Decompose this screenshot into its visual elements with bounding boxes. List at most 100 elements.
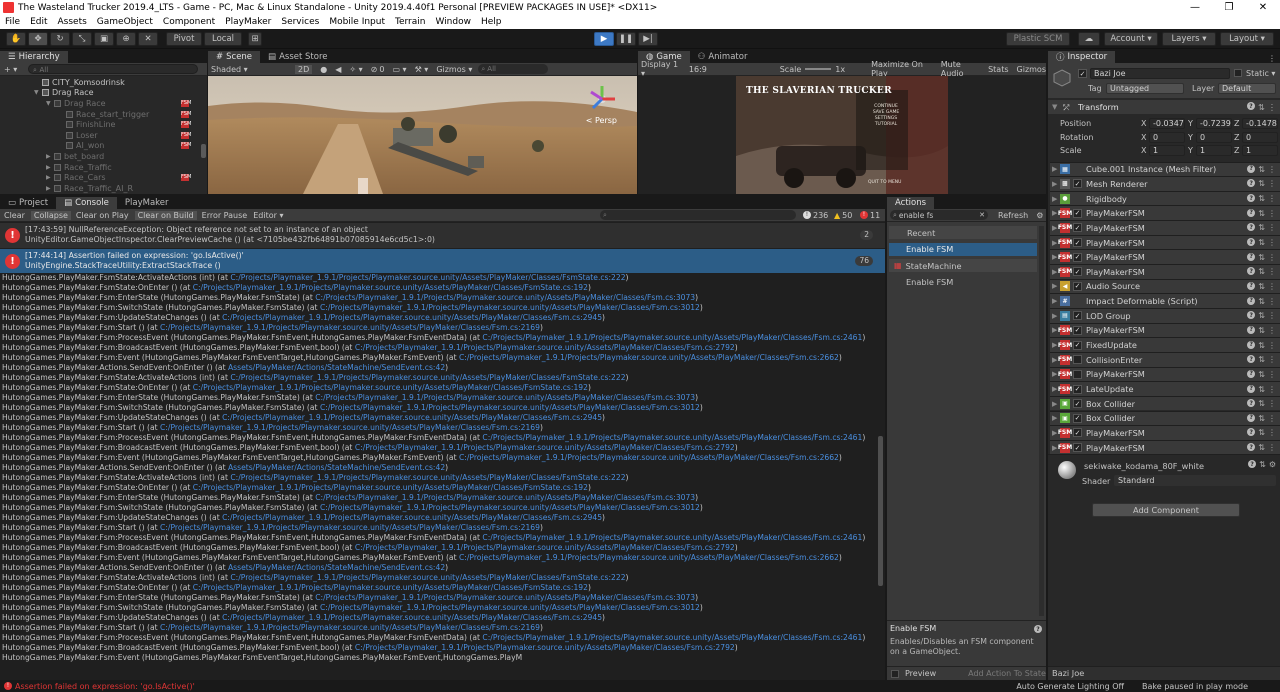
- component-menu-icon[interactable]: ⋮: [1268, 443, 1276, 452]
- help-icon[interactable]: ?: [1247, 179, 1256, 188]
- trace-source-link[interactable]: C:/Projects/Playmaker_1.9.1/Projects/Pla…: [160, 623, 540, 632]
- preset-icon[interactable]: ⇅: [1258, 370, 1265, 379]
- trace-source-link[interactable]: C:/Projects/Playmaker_1.9.1/Projects/Pla…: [222, 413, 602, 422]
- trace-source-link[interactable]: C:/Projects/Playmaker_1.9.1/Projects/Pla…: [315, 293, 695, 302]
- component-header[interactable]: ▶ FSM ✓ PlayMakerFSM? ⇅ ⋮: [1050, 425, 1280, 440]
- expand-arrow-icon[interactable]: ▶: [46, 174, 54, 181]
- gizmos-dropdown[interactable]: Gizmos ▾: [436, 65, 472, 74]
- component-header[interactable]: ▶ ▩ ✓ Mesh Renderer? ⇅ ⋮: [1050, 176, 1280, 191]
- add-action-to-state-button[interactable]: Add Action To State: [968, 669, 1046, 678]
- trace-source-link[interactable]: C:/Projects/Playmaker_1.9.1/Projects/Pla…: [320, 603, 700, 612]
- error-pause-toggle[interactable]: Error Pause: [202, 211, 248, 220]
- component-header[interactable]: ▶ FSM ✓ LateUpdate? ⇅ ⋮: [1050, 381, 1280, 396]
- clear-on-play-toggle[interactable]: Clear on Play: [76, 211, 129, 220]
- position-y-field[interactable]: -0.7239: [1196, 118, 1232, 129]
- component-menu-icon[interactable]: ⋮: [1268, 414, 1276, 423]
- component-header[interactable]: ▶ FSM ✓ PlayMakerFSM? ⇅ ⋮: [1050, 439, 1280, 455]
- component-header[interactable]: ▶ ▣ ✓ Box Collider? ⇅ ⋮: [1050, 395, 1280, 411]
- component-header[interactable]: ▶ FSM ✓ PlayMakerFSM? ⇅ ⋮: [1050, 234, 1280, 250]
- refresh-button[interactable]: Refresh: [998, 211, 1028, 220]
- component-menu-icon[interactable]: ⋮: [1268, 428, 1276, 437]
- position-z-field[interactable]: -0.14780: [1242, 118, 1278, 129]
- action-category[interactable]: Recent: [889, 226, 1037, 239]
- preset-icon[interactable]: ⇅: [1258, 443, 1265, 452]
- help-icon[interactable]: ?: [1247, 238, 1256, 247]
- component-enabled-checkbox[interactable]: ✓: [1073, 238, 1082, 248]
- component-menu-icon[interactable]: ⋮: [1268, 267, 1276, 276]
- preview-checkbox[interactable]: [891, 669, 899, 678]
- hierarchy-item[interactable]: FinishLine FSM: [0, 119, 197, 130]
- trace-source-link[interactable]: C:/Projects/Playmaker_1.9.1/Projects/Pla…: [320, 303, 700, 312]
- preset-icon[interactable]: ⇅: [1258, 311, 1265, 320]
- trace-source-link[interactable]: C:/Projects/Playmaker_1.9.1/Projects/Pla…: [193, 483, 588, 492]
- component-header[interactable]: ▶ FSM ✓ PlayMakerFSM? ⇅ ⋮: [1050, 220, 1280, 235]
- active-checkbox[interactable]: ✓: [1078, 69, 1087, 78]
- trace-source-link[interactable]: Assets/PlayMaker/Actions/StateMachine/Se…: [228, 463, 445, 472]
- component-enabled-checkbox[interactable]: ✓: [1073, 399, 1082, 409]
- tab-hierarchy[interactable]: ☰ Hierarchy: [0, 51, 68, 63]
- gameobject-icon[interactable]: [1052, 68, 1072, 88]
- hierarchy-search-input[interactable]: ⌕ All: [28, 64, 198, 74]
- preset-icon[interactable]: ⇅: [1258, 102, 1265, 112]
- stack-trace-scrollbar[interactable]: [878, 436, 883, 586]
- tab-scene[interactable]: # Scene: [208, 51, 261, 63]
- add-component-button[interactable]: Add Component: [1092, 503, 1240, 517]
- scale-tool-button[interactable]: ⤡: [72, 32, 92, 46]
- help-icon[interactable]: ?: [1247, 413, 1256, 422]
- trace-source-link[interactable]: C:/Projects/Playmaker_1.9.1/Projects/Pla…: [160, 423, 540, 432]
- actions-scrollbar[interactable]: [1039, 226, 1044, 616]
- expand-arrow-icon[interactable]: ▶: [1052, 165, 1060, 173]
- hierarchy-item[interactable]: CITY_Komsodrinsk: [0, 77, 197, 88]
- lighting-toggle-icon[interactable]: ●: [320, 65, 327, 74]
- component-menu-icon[interactable]: ⋮: [1268, 238, 1276, 247]
- trace-source-link[interactable]: C:/Projects/Playmaker_1.9.1/Projects/Pla…: [459, 553, 839, 562]
- trace-source-link[interactable]: C:/Projects/Playmaker_1.9.1/Projects/Pla…: [230, 573, 625, 582]
- menu-window[interactable]: Window: [430, 17, 476, 27]
- grid-snap-button[interactable]: ⊞: [248, 32, 262, 46]
- help-icon[interactable]: ?: [1247, 399, 1256, 408]
- trace-source-link[interactable]: C:/Projects/Playmaker_1.9.1/Projects/Pla…: [355, 343, 735, 352]
- maximize-button[interactable]: ❐: [1212, 2, 1246, 13]
- console-message-row-selected[interactable]: ! [17:44:14] Assertion failed on express…: [0, 249, 885, 273]
- tab-actions[interactable]: Actions: [887, 197, 935, 209]
- menu-edit[interactable]: Edit: [25, 17, 52, 27]
- trace-source-link[interactable]: C:/Projects/Playmaker_1.9.1/Projects/Pla…: [222, 313, 602, 322]
- help-icon[interactable]: ?: [1247, 194, 1256, 203]
- trace-source-link[interactable]: C:/Projects/Playmaker_1.9.1/Projects/Pla…: [230, 273, 625, 282]
- scene-viewport[interactable]: < Persp: [208, 76, 637, 194]
- log-count-toggle[interactable]: ! 236: [803, 211, 828, 220]
- preset-icon[interactable]: ⇅: [1258, 326, 1265, 335]
- preset-icon[interactable]: ⇅: [1258, 297, 1265, 306]
- help-icon[interactable]: ?: [1247, 340, 1256, 349]
- component-menu-icon[interactable]: ⋮: [1268, 253, 1276, 262]
- trace-source-link[interactable]: C:/Projects/Playmaker_1.9.1/Projects/Pla…: [459, 353, 839, 362]
- static-dropdown[interactable]: Static ▾: [1246, 69, 1275, 78]
- clear-button[interactable]: Clear: [4, 211, 25, 220]
- trace-source-link[interactable]: C:/Projects/Playmaker_1.9.1/Projects/Pla…: [315, 393, 695, 402]
- trace-source-link[interactable]: C:/Projects/Playmaker_1.9.1/Projects/Pla…: [355, 643, 735, 652]
- help-icon[interactable]: ?: [1247, 311, 1256, 320]
- preset-icon[interactable]: ⇅: [1258, 209, 1265, 218]
- trace-source-link[interactable]: C:/Projects/Playmaker_1.9.1/Projects/Pla…: [222, 613, 602, 622]
- stack-trace-view[interactable]: HutongGames.PlayMaker.FsmState:ActivateA…: [0, 273, 885, 680]
- material-sphere-icon[interactable]: [1058, 461, 1076, 479]
- component-enabled-checkbox[interactable]: [1073, 369, 1082, 379]
- expand-arrow-icon[interactable]: ▶: [1052, 400, 1060, 408]
- close-button[interactable]: ✕: [1246, 2, 1280, 13]
- collapse-toggle[interactable]: Collapse: [30, 210, 71, 220]
- camera-icon[interactable]: ▭ ▾: [392, 65, 406, 74]
- component-enabled-checkbox[interactable]: ✓: [1073, 413, 1082, 423]
- help-icon[interactable]: ?: [1248, 460, 1257, 468]
- shader-dropdown[interactable]: Standard: [1114, 475, 1276, 486]
- layers-dropdown[interactable]: Layers ▾: [1162, 32, 1216, 46]
- rotation-y-field[interactable]: 0: [1196, 132, 1232, 143]
- auto-lighting-status[interactable]: Auto Generate Lighting Off: [1016, 682, 1124, 691]
- help-icon[interactable]: ?: [1247, 355, 1256, 364]
- expand-arrow-icon[interactable]: ▶: [46, 164, 54, 171]
- trace-source-link[interactable]: C:/Projects/Playmaker_1.9.1/Projects/Pla…: [193, 283, 588, 292]
- actions-search-input[interactable]: ⌕ enable fs ✕: [890, 210, 988, 220]
- menu-mobile-input[interactable]: Mobile Input: [324, 17, 390, 27]
- component-header[interactable]: ▶ FSM ✓ PlayMakerFSM? ⇅ ⋮: [1050, 205, 1280, 221]
- persp-label[interactable]: < Persp: [586, 116, 617, 125]
- hidden-objects-icon[interactable]: ⊘: [371, 65, 378, 74]
